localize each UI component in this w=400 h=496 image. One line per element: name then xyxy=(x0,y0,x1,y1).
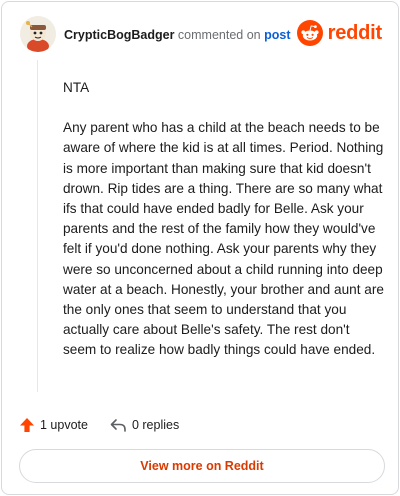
comment-header: CrypticBogBadger commented on post reddi… xyxy=(20,16,382,54)
comment-paragraph-2: Any parent who has a child at the beach … xyxy=(63,120,384,358)
view-more-on-reddit-button[interactable]: View more on Reddit xyxy=(19,449,385,483)
replies-button[interactable]: 0 replies xyxy=(110,417,179,433)
upvote-count: 1 upvote xyxy=(40,418,88,432)
reddit-wordmark: reddit xyxy=(327,22,383,44)
reddit-snoo-icon xyxy=(296,20,323,46)
author-name[interactable]: CrypticBogBadger xyxy=(64,28,174,42)
reply-arrow-icon xyxy=(110,419,126,432)
comment-actions: 1 upvote 0 replies xyxy=(19,415,201,435)
thread-line xyxy=(37,60,38,392)
post-link[interactable]: post xyxy=(264,28,290,42)
commented-on-text: commented on xyxy=(177,28,261,42)
user-avatar[interactable] xyxy=(20,16,56,52)
comment-paragraph-1: NTA xyxy=(63,80,90,95)
embedded-comment-card: CrypticBogBadger commented on post reddi… xyxy=(1,1,399,495)
comment-body: NTA Any parent who has a child at the be… xyxy=(63,78,385,381)
author-line: CrypticBogBadger commented on post xyxy=(64,27,290,43)
upvote-arrow-icon xyxy=(20,418,34,432)
replies-count: 0 replies xyxy=(131,418,180,432)
upvote-button[interactable]: 1 upvote xyxy=(19,417,88,433)
reddit-brand[interactable]: reddit xyxy=(296,20,383,46)
